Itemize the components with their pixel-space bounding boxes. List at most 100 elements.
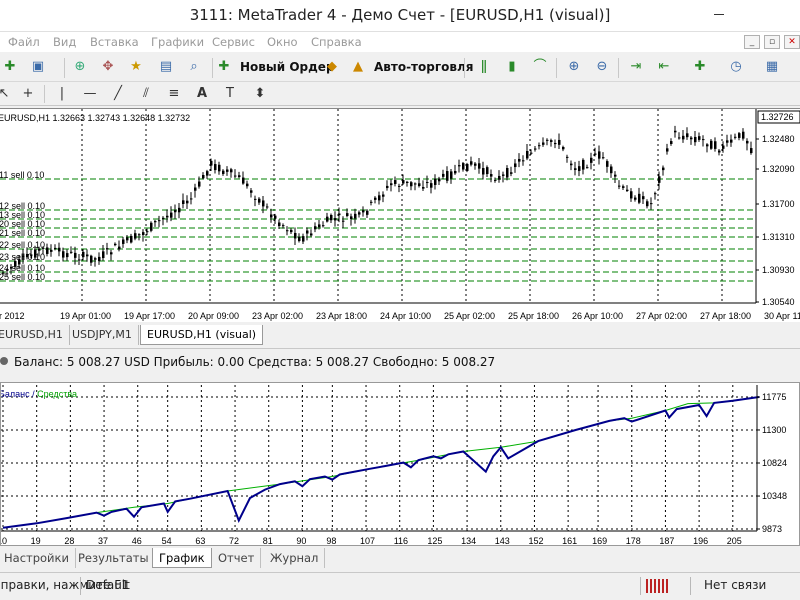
candle-body <box>658 176 661 183</box>
candle-body <box>558 139 561 145</box>
mdi-minimize-button[interactable]: _ <box>744 35 760 49</box>
candle-body <box>706 144 709 147</box>
periods-icon[interactable]: ◷ <box>726 57 746 77</box>
mdi-restore-button[interactable]: ▫ <box>764 35 780 49</box>
tab-report[interactable]: Отчет <box>212 548 262 568</box>
tab-graph[interactable]: График <box>152 548 212 568</box>
candle-body <box>666 148 669 152</box>
menu-charts[interactable]: Графики <box>151 35 204 49</box>
terminal-icon[interactable]: ▤ <box>156 57 176 77</box>
candle-body <box>158 220 161 222</box>
candle-body <box>298 236 301 242</box>
menu-view[interactable]: Вид <box>53 35 76 49</box>
panel-toggle-icon[interactable] <box>0 357 8 365</box>
zoom-out-icon[interactable]: ⊖ <box>592 57 612 77</box>
candle-body <box>278 222 281 227</box>
candle-body <box>406 181 409 183</box>
tab-settings[interactable]: Настройки <box>0 548 76 568</box>
current-price-label: 1.32726 <box>761 112 794 122</box>
tab-usdjpy-m1[interactable]: USDJPY,M1 <box>66 325 139 345</box>
candle-body <box>518 158 521 162</box>
candle-body <box>174 210 177 213</box>
candle-body <box>690 137 693 140</box>
candle-body <box>594 153 597 155</box>
new-chart-icon[interactable]: ✚ <box>0 57 20 77</box>
vertical-line-icon[interactable]: | <box>52 84 72 104</box>
navigator-icon[interactable]: ★ <box>126 57 146 77</box>
x-tick-label: 46 <box>132 536 142 546</box>
balance-legend: Баланс / Средства <box>1 389 77 399</box>
x-tick-label: 161 <box>562 536 577 546</box>
tab-journal[interactable]: Журнал <box>264 548 326 568</box>
bar-chart-icon[interactable]: ǁ <box>474 57 494 77</box>
candle-body <box>418 183 421 187</box>
tab-results[interactable]: Результаты <box>72 548 156 568</box>
candle-body <box>398 185 401 187</box>
candle-body <box>18 259 21 265</box>
trendline-icon[interactable]: ╱ <box>108 84 128 104</box>
candle-body <box>378 195 381 201</box>
candle-body <box>42 247 45 249</box>
candle-body <box>386 185 389 189</box>
menu-help[interactable]: Справка <box>311 35 362 49</box>
new-order-icon[interactable]: ✚ <box>214 57 234 77</box>
text-icon[interactable]: A <box>192 84 212 104</box>
candle-body <box>318 224 321 228</box>
candle-body <box>322 225 325 227</box>
candle-body <box>734 136 737 138</box>
fibonacci-icon[interactable]: ≡ <box>164 84 184 104</box>
price-chart[interactable]: EURUSD,H1 1.32663 1.32743 1.32648 1.3273… <box>0 108 800 322</box>
cursor-icon[interactable]: ↖ <box>0 84 14 104</box>
menu-window[interactable]: Окно <box>267 35 298 49</box>
zoom-in-icon[interactable]: ⊕ <box>564 57 584 77</box>
new-order-button[interactable]: Новый Ордер <box>240 60 335 74</box>
chart-shift-icon[interactable]: ⇥ <box>626 57 646 77</box>
indicators-icon[interactable]: ✚ <box>690 57 710 77</box>
horizontal-line-icon[interactable]: — <box>80 84 100 104</box>
equidistant-channel-icon[interactable]: ⫽ <box>136 84 156 104</box>
x-tick-label: 37 <box>98 536 108 546</box>
profiles-icon[interactable]: ▣ <box>28 57 48 77</box>
market-watch-icon[interactable]: ⊕ <box>70 57 90 77</box>
expert-advisor-icon[interactable]: ◆ <box>322 57 342 77</box>
autoscroll-icon[interactable]: ⇤ <box>654 57 674 77</box>
autotrading-button[interactable]: Авто-торговля <box>374 60 473 74</box>
candle-body <box>614 174 617 177</box>
candle-body <box>106 248 109 250</box>
chart-tabs: EURUSD,H1 USDJPY,M1 EURUSD,H1 (visual) <box>0 324 800 346</box>
tester-icon[interactable]: ⌕ <box>184 57 204 77</box>
x-tick-label: 125 <box>427 536 442 546</box>
candle-body <box>542 142 545 145</box>
crosshair-icon[interactable]: + <box>18 84 38 104</box>
time-tick-label: 25 Apr 02:00 <box>444 311 495 321</box>
candle-body <box>238 175 241 178</box>
time-tick-label: 25 Apr 18:00 <box>508 311 559 321</box>
candle-body <box>210 160 213 166</box>
mdi-close-button[interactable]: ✕ <box>784 35 800 49</box>
tab-eurusd-h1[interactable]: EURUSD,H1 <box>0 325 70 345</box>
candle-body <box>114 243 117 246</box>
candle-body <box>86 254 89 257</box>
candle-body <box>710 140 713 149</box>
candle-body <box>166 215 169 218</box>
standard-toolbar: ✚ ▣ ⊕ ✥ ★ ▤ ⌕ ✚ Новый Ордер ◆ ▲ Авто-тор… <box>0 52 800 82</box>
autotrading-icon[interactable]: ▲ <box>348 57 368 77</box>
menu-insert[interactable]: Вставка <box>90 35 139 49</box>
minimize-button[interactable] <box>708 6 730 24</box>
crosshair-move-icon[interactable]: ✥ <box>98 57 118 77</box>
arrows-icon[interactable]: ⬍ <box>250 84 270 104</box>
candle-body <box>438 178 441 182</box>
templates-icon[interactable]: ▦ <box>762 57 782 77</box>
candle-body <box>494 179 497 181</box>
text-label-icon[interactable]: T <box>220 84 240 104</box>
order-label: #22 sell 0.10 <box>0 240 45 250</box>
line-chart-icon[interactable]: ⌒ <box>530 57 550 77</box>
candle-body <box>206 171 209 176</box>
candle-body <box>550 140 553 142</box>
candle-body <box>714 141 717 149</box>
candlestick-icon[interactable]: ▮ <box>502 57 522 77</box>
menu-file[interactable]: Файл <box>8 35 40 49</box>
menu-tools[interactable]: Сервис <box>212 35 255 49</box>
tab-eurusd-visual[interactable]: EURUSD,H1 (visual) <box>140 325 264 345</box>
balance-chart[interactable]: Баланс / Средства 11775 11300 10824 10348 98… <box>0 382 800 546</box>
